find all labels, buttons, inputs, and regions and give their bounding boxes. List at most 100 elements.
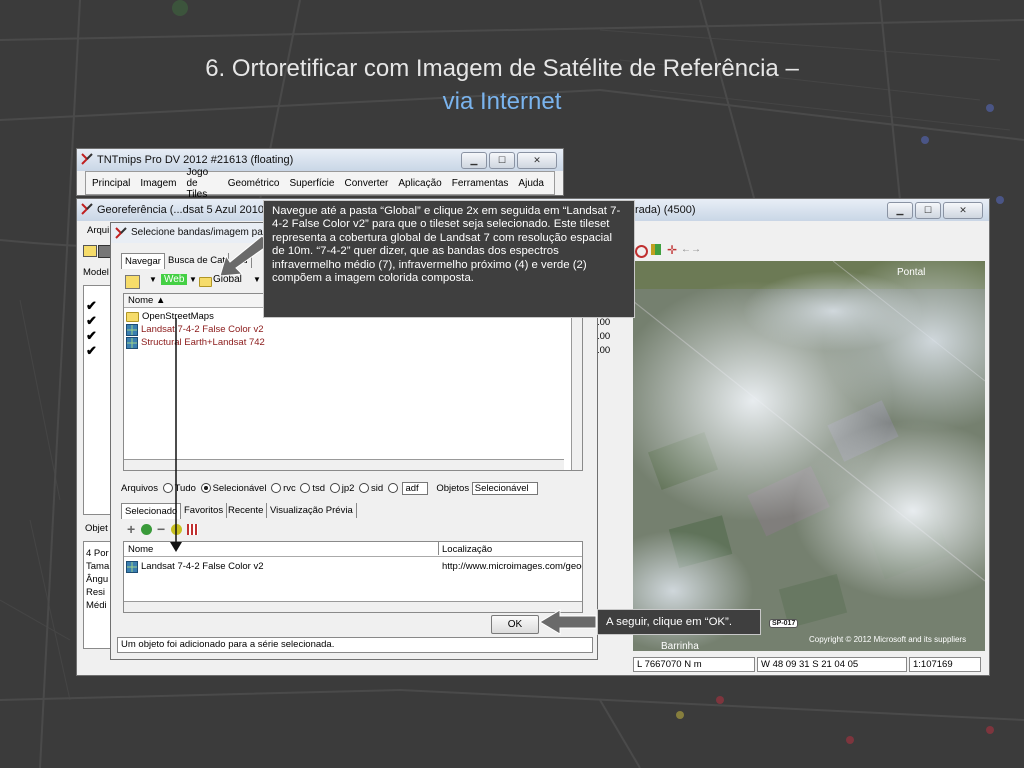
tntmips-app-icon xyxy=(81,153,93,165)
menu-item-principal[interactable]: Principal xyxy=(92,178,130,189)
remove-icon[interactable]: − xyxy=(157,521,165,537)
tab-navegar[interactable]: Navegar xyxy=(121,253,165,269)
radio-label: tsd xyxy=(312,483,326,494)
menu-item-jogo-de-tiles[interactable]: Jogo de Tiles xyxy=(186,167,217,200)
close-button[interactable]: ✕ xyxy=(943,202,983,219)
objects-info-line: Ângu xyxy=(86,574,109,585)
ok-instruction-callout: A seguir, clique em “OK”. xyxy=(597,609,761,635)
menu-item-ajuda[interactable]: Ajuda xyxy=(518,178,544,189)
menu-item-geometrico[interactable]: Geométrico xyxy=(228,178,280,189)
georeference-window-controls: ▁ ☐ ✕ xyxy=(887,202,983,219)
checkmark-icon[interactable]: ✔ xyxy=(86,343,97,359)
arrows-icon[interactable]: ←→ xyxy=(681,244,701,255)
add-point-icon[interactable]: ✛ xyxy=(667,243,677,257)
maximize-button[interactable]: ☐ xyxy=(915,202,941,219)
latlon-readout: W 48 09 31 S 21 04 05 xyxy=(757,657,907,672)
radio-rvc[interactable] xyxy=(271,483,282,494)
flag-icon[interactable] xyxy=(651,244,661,255)
horizontal-scrollbar[interactable] xyxy=(124,459,564,470)
objects-label: Objet xyxy=(85,523,108,534)
radio-label: Tudo xyxy=(174,483,196,494)
radio-format[interactable] xyxy=(387,483,398,494)
radio-jp2[interactable] xyxy=(329,483,340,494)
file-list: Nome ▲ OpenStreetMaps Landsat 7-4-2 Fals… xyxy=(123,293,583,471)
list-item[interactable]: Structural Earth+Landsat 742 xyxy=(126,336,265,349)
map-label-road: SP-017 xyxy=(769,619,799,628)
point-list[interactable]: ✔ ✔ ✔ ✔ xyxy=(83,285,113,515)
radio-tudo[interactable] xyxy=(162,483,173,494)
chevron-down-icon[interactable]: ▼ xyxy=(189,275,197,284)
tntmips-window-controls: ▁ ☐ ✕ xyxy=(461,152,557,169)
folder-up-icon[interactable] xyxy=(125,275,140,289)
radio-label: jp2 xyxy=(341,483,355,494)
tntmips-main-window: TNTmips Pro DV 2012 #21613 (floating) ▁ … xyxy=(76,148,564,200)
format-select[interactable]: adf xyxy=(402,482,428,495)
objects-info-line: Médi xyxy=(86,600,107,611)
georeference-menu-file[interactable]: Arqui xyxy=(87,225,109,236)
minimize-button[interactable]: ▁ xyxy=(887,202,913,219)
radio-selecionavel[interactable] xyxy=(200,483,211,494)
column-header-name[interactable]: Nome xyxy=(128,544,153,555)
zoom-icon[interactable] xyxy=(635,245,648,258)
radio-label: Selecionável xyxy=(212,483,267,494)
radio-tsd[interactable] xyxy=(300,483,311,494)
column-divider xyxy=(438,542,439,555)
list-item-label: Structural Earth+Landsat 742 xyxy=(141,337,265,348)
checkmark-icon[interactable]: ✔ xyxy=(86,328,97,344)
tab-bu[interactable]: Bu xyxy=(233,253,252,268)
grid-icon[interactable] xyxy=(187,524,198,535)
satellite-map-view[interactable]: Pontal SP-017 Barrinha Copyright © 2012 … xyxy=(633,261,985,651)
menu-item-converter[interactable]: Converter xyxy=(344,178,388,189)
menu-item-imagem[interactable]: Imagem xyxy=(140,178,176,189)
table-row[interactable]: Landsat 7-4-2 False Color v2 http://www.… xyxy=(126,560,582,573)
path-segment-web[interactable]: Web xyxy=(161,274,188,285)
checkmark-icon[interactable]: ✔ xyxy=(86,313,97,329)
list-item[interactable]: OpenStreetMaps xyxy=(126,310,214,323)
list-item[interactable]: Landsat 7-4-2 False Color v2 xyxy=(126,323,264,336)
folder-open-icon[interactable] xyxy=(83,245,97,257)
tileset-icon xyxy=(126,323,138,336)
column-header-location[interactable]: Localização xyxy=(442,544,492,555)
tab-visualizacao-previa[interactable]: Visualização Prévia xyxy=(267,503,357,518)
chevron-down-icon[interactable]: ▼ xyxy=(253,275,261,284)
menu-item-aplicacao[interactable]: Aplicação xyxy=(398,178,441,189)
slide-title: 6. Ortoretificar com Imagem de Satélite … xyxy=(0,52,1004,118)
georeference-title-right: rada) (4500) xyxy=(635,204,696,216)
tab-selecionado[interactable]: Selecionado xyxy=(121,503,182,519)
tntmips-titlebar[interactable]: TNTmips Pro DV 2012 #21613 (floating) ▁ … xyxy=(77,149,563,171)
checkmark-icon[interactable]: ✔ xyxy=(86,298,97,314)
chevron-down-icon[interactable]: ▼ xyxy=(149,275,157,284)
minimize-button[interactable]: ▁ xyxy=(461,152,487,169)
close-button[interactable]: ✕ xyxy=(517,152,557,169)
map-label-place: Barrinha xyxy=(661,641,699,651)
instruction-callout: Navegue até a pasta “Global” e clique 2x… xyxy=(263,200,635,318)
model-label: Model xyxy=(83,267,109,278)
column-header-name[interactable]: Nome ▲ xyxy=(128,295,165,306)
path-segment-global[interactable]: Global xyxy=(213,274,242,285)
objects-select[interactable]: Selecionável xyxy=(471,482,538,495)
filter-label: Arquivos xyxy=(121,483,158,494)
remove-layer-icon[interactable] xyxy=(171,524,182,535)
top-tab-bar: Navegar Busca de Cat Bu xyxy=(121,253,281,269)
horizontal-scrollbar[interactable] xyxy=(124,601,582,612)
selected-table: Nome Localização Landsat 7-4-2 False Col… xyxy=(123,541,583,613)
tntmips-app-icon xyxy=(81,203,93,215)
list-item-label: OpenStreetMaps xyxy=(142,311,214,322)
selected-item-location: http://www.microimages.com/geoc xyxy=(442,561,582,572)
list-item-label: Landsat 7-4-2 False Color v2 xyxy=(141,324,264,335)
menu-item-superficie[interactable]: Superfície xyxy=(289,178,334,189)
add-icon[interactable]: + xyxy=(127,521,135,537)
coord-value: .00 xyxy=(597,317,611,328)
objects-info-line: 4 Por xyxy=(86,548,109,559)
radio-label: sid xyxy=(371,483,384,494)
objects-info-line: Resi xyxy=(86,587,106,598)
add-layer-icon[interactable] xyxy=(141,524,152,535)
menu-item-ferramentas[interactable]: Ferramentas xyxy=(452,178,509,189)
ok-button[interactable]: OK xyxy=(491,615,539,634)
vertical-scrollbar[interactable] xyxy=(571,294,582,470)
tab-busca-de-catalogo[interactable]: Busca de Cat xyxy=(165,253,230,268)
tab-recente[interactable]: Recente xyxy=(225,503,268,518)
tab-favoritos[interactable]: Favoritos xyxy=(181,503,228,518)
maximize-button[interactable]: ☐ xyxy=(489,152,515,169)
radio-sid[interactable] xyxy=(359,483,370,494)
